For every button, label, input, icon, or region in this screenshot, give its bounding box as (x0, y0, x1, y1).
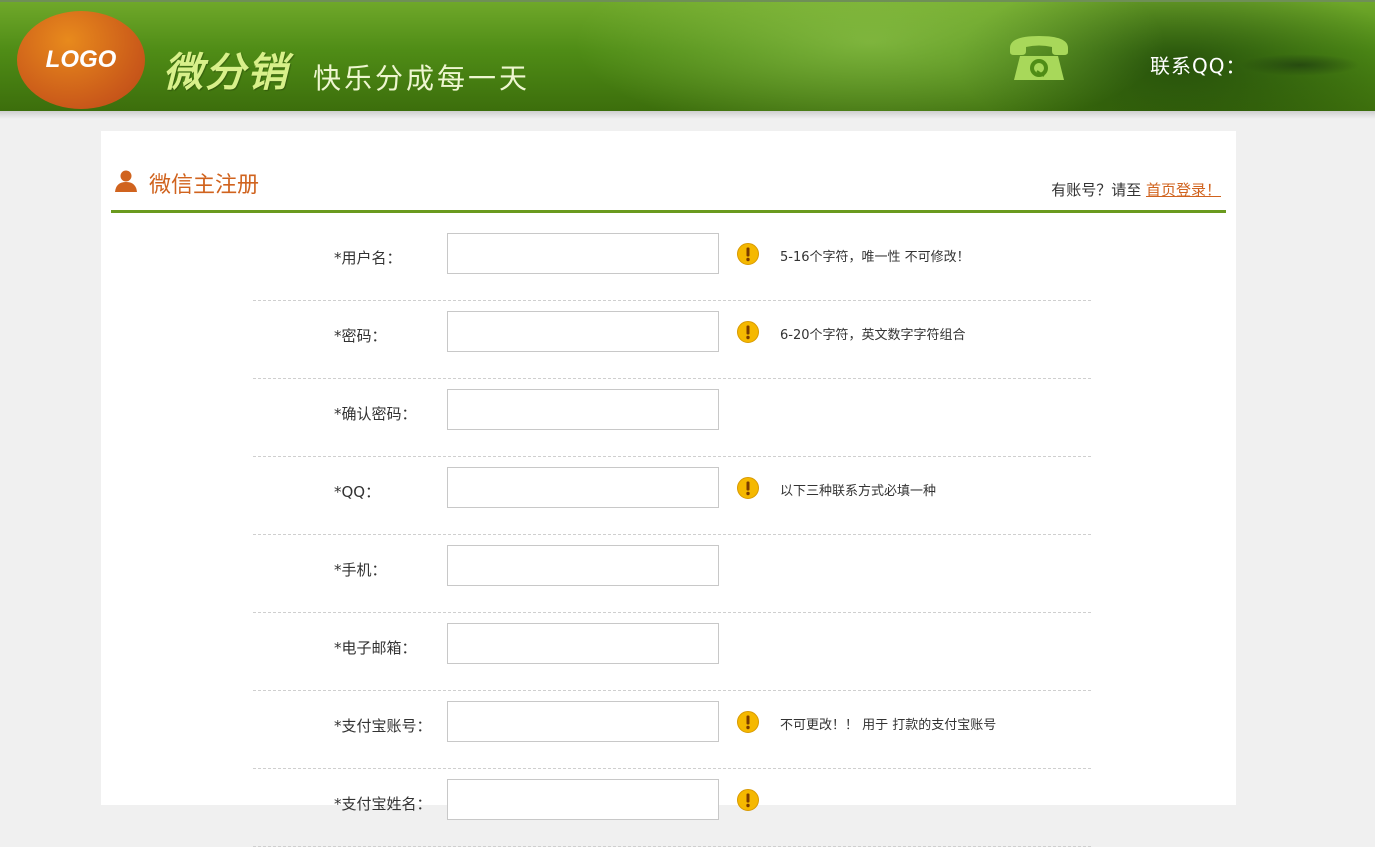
login-link[interactable]: 首页登录！ (1146, 181, 1221, 199)
username-label: *用户名： (334, 249, 402, 267)
email-input[interactable] (447, 623, 719, 664)
form-row-email: *电子邮箱： (253, 613, 1091, 691)
warning-icon (737, 789, 759, 811)
form-row-username: *用户名： 5-16个字符，唯一性 不可修改！ (253, 223, 1091, 301)
mobile-input[interactable] (447, 545, 719, 586)
confirm-password-input[interactable] (447, 389, 719, 430)
brand-name: 微分销 (163, 50, 289, 96)
register-panel: 微信主注册 有账号？请至 首页登录！ *用户名： 5-16个字符，唯一性 不可修改… (101, 131, 1236, 847)
phone-icon (1010, 36, 1068, 80)
form-row-password: *密码： 6-20个字符，英文数字字符组合 (253, 301, 1091, 379)
login-prompt: 有账号？请至 (1051, 181, 1142, 199)
confirm-password-label: *确认密码： (334, 405, 417, 423)
mobile-label: *手机： (334, 561, 387, 579)
form-row-qq: *QQ： 以下三种联系方式必填一种 (253, 457, 1091, 535)
warning-icon (737, 477, 759, 499)
panel-title-bar: 微信主注册 有账号？请至 首页登录！ (111, 159, 1226, 213)
alipay-name-input[interactable] (447, 779, 719, 820)
form-row-confirm-password: *确认密码： (253, 379, 1091, 457)
form-row-mobile: *手机： (253, 535, 1091, 613)
logo[interactable]: LOGO (17, 11, 145, 109)
warning-icon (737, 321, 759, 343)
username-hint: 5-16个字符，唯一性 不可修改！ (780, 250, 970, 265)
form-row-alipay-account: *支付宝账号： 不可更改！！ 用于 打款的支付宝账号 (253, 691, 1091, 769)
alipay-account-hint: 不可更改！！ 用于 打款的支付宝账号 (780, 718, 997, 733)
username-input[interactable] (447, 233, 719, 274)
qq-label: *QQ： (334, 483, 381, 501)
slogan: 快乐分成每一天 (313, 62, 531, 95)
header-shadow (0, 111, 1375, 119)
alipay-name-label: *支付宝姓名： (334, 795, 432, 813)
login-hint: 有账号？请至 首页登录！ (1051, 179, 1221, 200)
header-banner: LOGO 微分销 快乐分成每一天 联系QQ： (0, 0, 1375, 111)
form-row-alipay-name: *支付宝姓名： (253, 769, 1091, 847)
password-label: *密码： (334, 327, 387, 345)
alipay-account-input[interactable] (447, 701, 719, 742)
contact-qq-value (1240, 54, 1360, 76)
password-input[interactable] (447, 311, 719, 352)
logo-text: LOGO (45, 46, 117, 73)
qq-input[interactable] (447, 467, 719, 508)
contact-qq-label: 联系QQ： (1150, 54, 1247, 78)
alipay-account-label: *支付宝账号： (334, 717, 432, 735)
page-title: 微信主注册 (149, 173, 260, 198)
qq-hint: 以下三种联系方式必填一种 (780, 484, 937, 499)
email-label: *电子邮箱： (334, 639, 417, 657)
password-hint: 6-20个字符，英文数字字符组合 (780, 328, 966, 343)
user-icon (115, 170, 137, 192)
warning-icon (737, 711, 759, 733)
warning-icon (737, 243, 759, 265)
